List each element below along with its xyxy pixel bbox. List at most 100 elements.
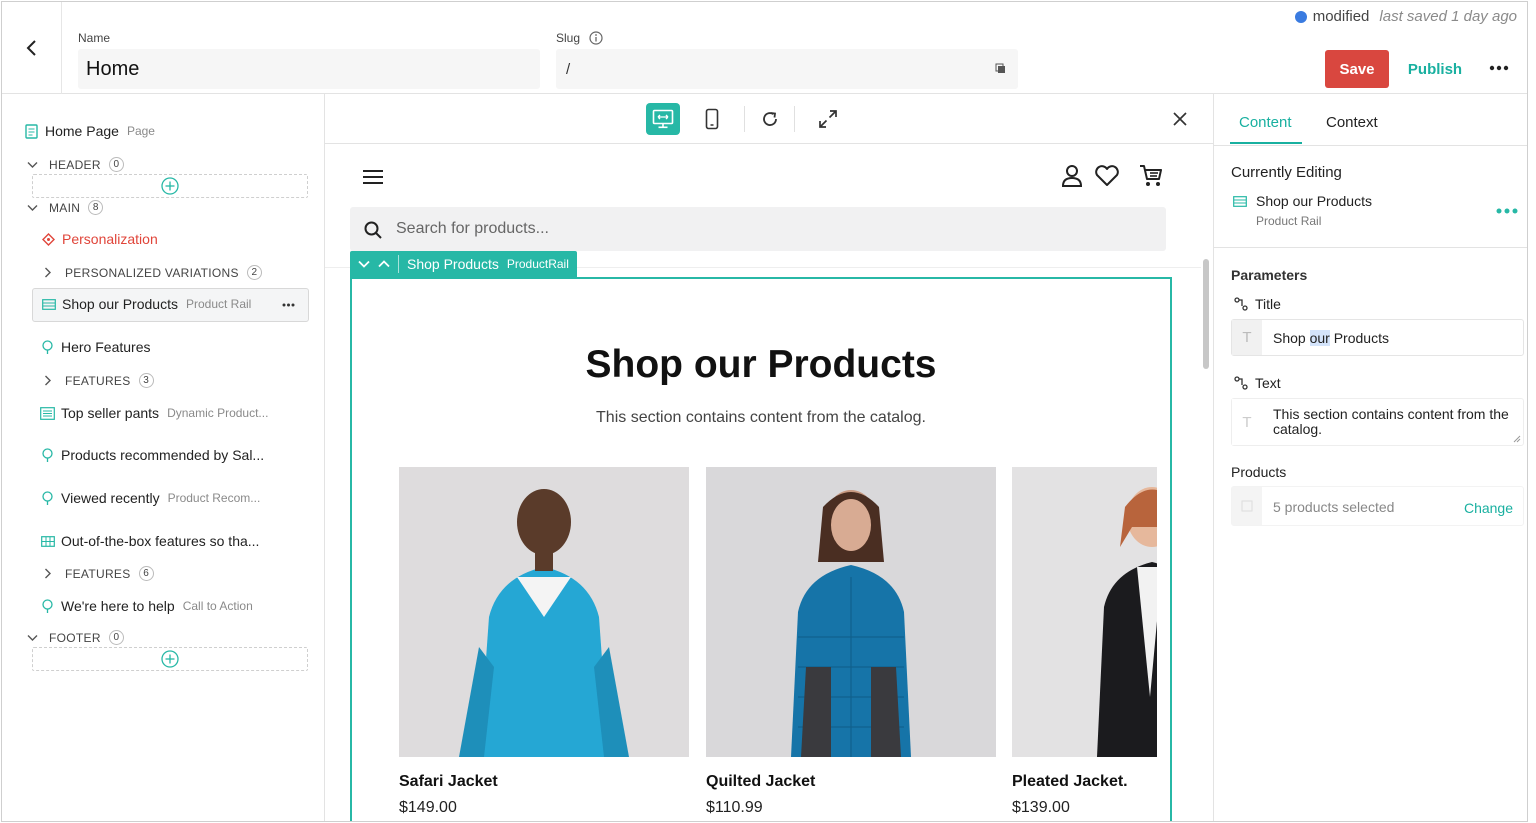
- title-param-label: Title: [1255, 296, 1281, 312]
- product-image: [1012, 467, 1157, 757]
- personalization-item[interactable]: Personalization: [42, 231, 158, 247]
- tree-root-type: Page: [126, 124, 155, 138]
- editing-component-type: Product Rail: [1256, 214, 1322, 228]
- parameters-heading: Parameters: [1231, 267, 1308, 283]
- personalized-variations[interactable]: PERSONALIZED VARIATIONS 2: [44, 265, 262, 280]
- component-more-icon[interactable]: [1496, 208, 1518, 214]
- chevron-left-icon: [26, 40, 36, 56]
- currently-editing-heading: Currently Editing: [1231, 164, 1342, 181]
- canvas-toolbar: [325, 94, 1213, 144]
- product-name: Quilted Jacket: [706, 773, 816, 790]
- back-button[interactable]: [2, 2, 62, 94]
- footer-add-zone[interactable]: [32, 647, 308, 671]
- product-price: $139.00: [1012, 799, 1070, 816]
- product-image: [399, 467, 689, 757]
- tree-item-title: We're here to help: [61, 598, 175, 614]
- product-card[interactable]: Quilted Jacket $110.99: [706, 467, 996, 817]
- publish-button[interactable]: Publish: [1404, 50, 1466, 88]
- product-image: [706, 467, 996, 757]
- component-tag[interactable]: Shop Products ProductRail: [350, 251, 577, 277]
- mobile-view-button[interactable]: [695, 103, 729, 135]
- tab-context[interactable]: Context: [1326, 114, 1378, 131]
- tree-item-type: Dynamic Product...: [167, 406, 269, 420]
- bulb-icon: [42, 598, 53, 613]
- copy-icon[interactable]: [995, 63, 1006, 74]
- chevron-right-icon: [45, 267, 51, 278]
- tree-item-type: Product Rail: [185, 297, 252, 311]
- title-param-input[interactable]: T Shop our Products: [1231, 319, 1524, 356]
- save-button[interactable]: Save: [1325, 50, 1389, 88]
- status-dot: [1294, 10, 1307, 23]
- move-up-icon[interactable]: [378, 260, 390, 268]
- features-count: 6: [138, 566, 154, 581]
- personalization-icon: [42, 232, 55, 246]
- text-type-icon: T: [1232, 320, 1262, 355]
- personalization-label: Personalization: [62, 231, 158, 247]
- tree-item-viewed-recently[interactable]: Viewed recently Product Recom...: [42, 490, 260, 506]
- features-label: FEATURES: [65, 373, 131, 388]
- change-products-link[interactable]: Change: [1464, 500, 1513, 516]
- product-search-input[interactable]: Search for products...: [350, 207, 1166, 251]
- header-add-zone[interactable]: [32, 174, 308, 198]
- resize-handle-icon[interactable]: [1513, 435, 1521, 443]
- product-name: Pleated Jacket.: [1012, 773, 1128, 790]
- features-group-2[interactable]: FEATURES 6: [44, 566, 154, 581]
- account-icon[interactable]: [1061, 164, 1083, 188]
- tree-item-shop-our-products[interactable]: Shop our Products Product Rail: [42, 296, 251, 312]
- tree-item-here-to-help[interactable]: We're here to help Call to Action: [42, 598, 253, 614]
- product-card[interactable]: Safari Jacket $149.00: [399, 467, 689, 817]
- personalized-variations-label: PERSONALIZED VARIATIONS: [65, 265, 239, 280]
- tab-content[interactable]: Content: [1239, 114, 1292, 131]
- cart-icon[interactable]: [1139, 164, 1163, 188]
- product-rail-icon: [42, 298, 56, 310]
- checkbox-icon: [1241, 500, 1253, 512]
- info-icon[interactable]: [589, 31, 603, 45]
- row-more-icon[interactable]: [282, 303, 295, 307]
- name-input[interactable]: Home: [78, 49, 540, 89]
- chevron-right-icon: [45, 568, 51, 579]
- more-options-button[interactable]: [1484, 58, 1514, 78]
- features-count: 3: [138, 373, 154, 388]
- connect-data-icon[interactable]: [1234, 297, 1248, 311]
- features-label: FEATURES: [65, 566, 131, 581]
- chevron-down-icon: [27, 204, 38, 211]
- product-photo-pleated-jacket: [1012, 467, 1157, 757]
- fullscreen-button[interactable]: [811, 103, 845, 135]
- section-main-count: 8: [88, 200, 104, 215]
- tree-item-out-of-the-box[interactable]: Out-of-the-box features so tha...: [41, 533, 259, 549]
- hamburger-menu-icon[interactable]: [363, 169, 383, 185]
- tree-root[interactable]: Home Page Page: [25, 123, 155, 139]
- tree-item-products-recommended[interactable]: Products recommended by Sal...: [42, 447, 264, 463]
- desktop-view-button[interactable]: [646, 103, 680, 135]
- text-param-label: Text: [1255, 375, 1281, 391]
- component-tag-type: ProductRail: [506, 257, 569, 271]
- status-text: modified: [1312, 8, 1370, 25]
- product-photo-safari-jacket: [399, 467, 689, 757]
- section-footer-count: 0: [108, 630, 124, 645]
- tree-item-top-seller-pants[interactable]: Top seller pants Dynamic Product...: [40, 405, 268, 421]
- products-selected-text: 5 products selected: [1273, 499, 1395, 515]
- bulb-icon: [42, 490, 53, 505]
- tree-root-title: Home Page: [45, 123, 119, 139]
- refresh-button[interactable]: [753, 103, 787, 135]
- panel-tabs: Content Context: [1214, 94, 1527, 146]
- add-circle-icon: [161, 650, 179, 668]
- close-preview-button[interactable]: [1163, 103, 1197, 135]
- slug-input[interactable]: /: [556, 49, 1018, 89]
- product-card[interactable]: Pleated Jacket. $139.00: [1012, 467, 1157, 817]
- bulb-icon: [42, 447, 53, 462]
- search-placeholder: Search for products...: [396, 220, 549, 237]
- text-param-input[interactable]: T This section contains content from the…: [1231, 398, 1524, 446]
- move-down-icon[interactable]: [358, 260, 370, 268]
- wishlist-heart-icon[interactable]: [1094, 165, 1120, 187]
- preview-scrollbar[interactable]: [1203, 259, 1209, 369]
- tree-item-hero-features[interactable]: Hero Features: [42, 339, 150, 355]
- connect-data-icon[interactable]: [1234, 376, 1248, 390]
- rail-description: This section contains content from the c…: [596, 409, 926, 426]
- section-footer[interactable]: FOOTER 0: [27, 630, 124, 645]
- features-group-1[interactable]: FEATURES 3: [44, 373, 154, 388]
- section-header[interactable]: HEADER 0: [27, 157, 124, 172]
- products-param-field: 5 products selected Change: [1231, 486, 1524, 526]
- section-main[interactable]: MAIN 8: [27, 200, 104, 215]
- name-label: Name: [78, 31, 111, 45]
